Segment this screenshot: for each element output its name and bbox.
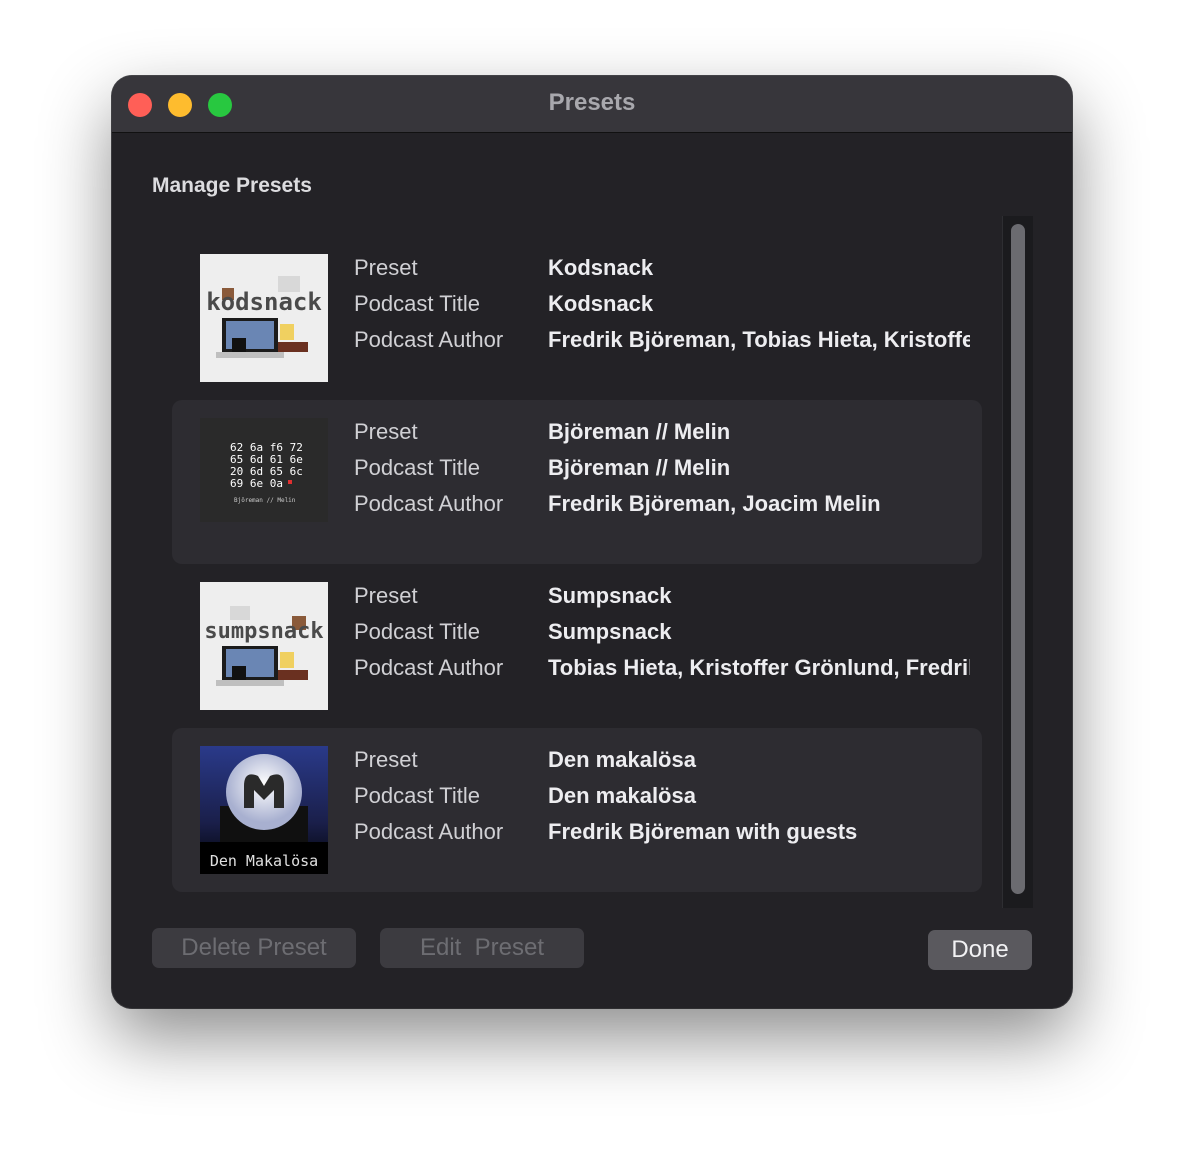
- podcast-author-label: Podcast Author: [354, 655, 504, 680]
- podcast-author-label: Podcast Author: [354, 327, 504, 352]
- preset-row-sumpsnack[interactable]: sumpsnack Preset Podcast Title Podcast A…: [172, 564, 982, 728]
- podcast-title-label: Podcast Title: [354, 783, 480, 808]
- preset-label: Preset: [354, 255, 418, 280]
- podcast-title-value: Kodsnack: [548, 291, 654, 316]
- preset-label: Preset: [354, 419, 418, 444]
- artwork-caption: Björeman // Melin: [234, 497, 296, 504]
- podcast-title-label: Podcast Title: [354, 619, 480, 644]
- podcast-author-value: Tobias Hieta, Kristoffer Grönlund, Fredr…: [548, 655, 970, 680]
- podcast-author-label: Podcast Author: [354, 819, 504, 844]
- podcast-title-label: Podcast Title: [354, 455, 480, 480]
- done-button[interactable]: Done: [928, 930, 1032, 970]
- edit-preset-button[interactable]: Edit Preset: [380, 928, 584, 968]
- podcast-artwork: 62 6a f6 72 65 6d 61 6e 20 6d 65 6c 69 6…: [200, 418, 328, 546]
- preset-value: Sumpsnack: [548, 583, 672, 608]
- podcast-artwork: kodsnack: [200, 254, 328, 382]
- podcast-title-value: Den makalösa: [548, 783, 696, 808]
- preset-list: kodsnack Preset Podcast Title Podcast Au…: [172, 236, 982, 896]
- vertical-scrollbar[interactable]: [1002, 216, 1033, 908]
- podcast-author-label: Podcast Author: [354, 491, 504, 516]
- section-title: Manage Presets: [152, 174, 312, 197]
- preset-label: Preset: [354, 747, 418, 772]
- podcast-artwork: sumpsnack: [200, 582, 328, 710]
- podcast-author-value: Fredrik Björeman, Tobias Hieta, Kristoff…: [548, 327, 970, 352]
- preset-label: Preset: [354, 583, 418, 608]
- podcast-title-value: Sumpsnack: [548, 619, 672, 644]
- podcast-artwork: Den Makalösa: [200, 746, 328, 874]
- podcast-title-value: Björeman // Melin: [548, 455, 731, 480]
- preset-value: Björeman // Melin: [548, 419, 731, 444]
- podcast-author-value: Fredrik Björeman with guests: [548, 819, 858, 844]
- presets-window: Presets Manage Presets kodsnack Preset P…: [112, 76, 1072, 1008]
- delete-preset-button[interactable]: Delete Preset: [152, 928, 356, 968]
- window-title: Presets: [548, 89, 636, 116]
- preset-row-bjoreman-melin[interactable]: 62 6a f6 72 65 6d 61 6e 20 6d 65 6c 69 6…: [172, 400, 982, 564]
- title-bar: Presets: [112, 76, 1072, 133]
- preset-value: Kodsnack: [548, 255, 654, 280]
- preset-row-den-makalosa[interactable]: Den Makalösa Preset Podcast Title Podcas…: [172, 728, 982, 892]
- preset-value: Den makalösa: [548, 747, 696, 772]
- artwork-wordmark: sumpsnack: [204, 619, 323, 644]
- artwork-caption: Den Makalösa: [210, 852, 318, 870]
- artwork-hex-line: 69 6e 0a: [230, 477, 283, 490]
- scrollbar-thumb[interactable]: [1011, 224, 1025, 894]
- preset-row-kodsnack[interactable]: kodsnack Preset Podcast Title Podcast Au…: [172, 236, 982, 400]
- artwork-wordmark: kodsnack: [206, 288, 322, 316]
- podcast-author-value: Fredrik Björeman, Joacim Melin: [548, 491, 881, 516]
- podcast-title-label: Podcast Title: [354, 291, 480, 316]
